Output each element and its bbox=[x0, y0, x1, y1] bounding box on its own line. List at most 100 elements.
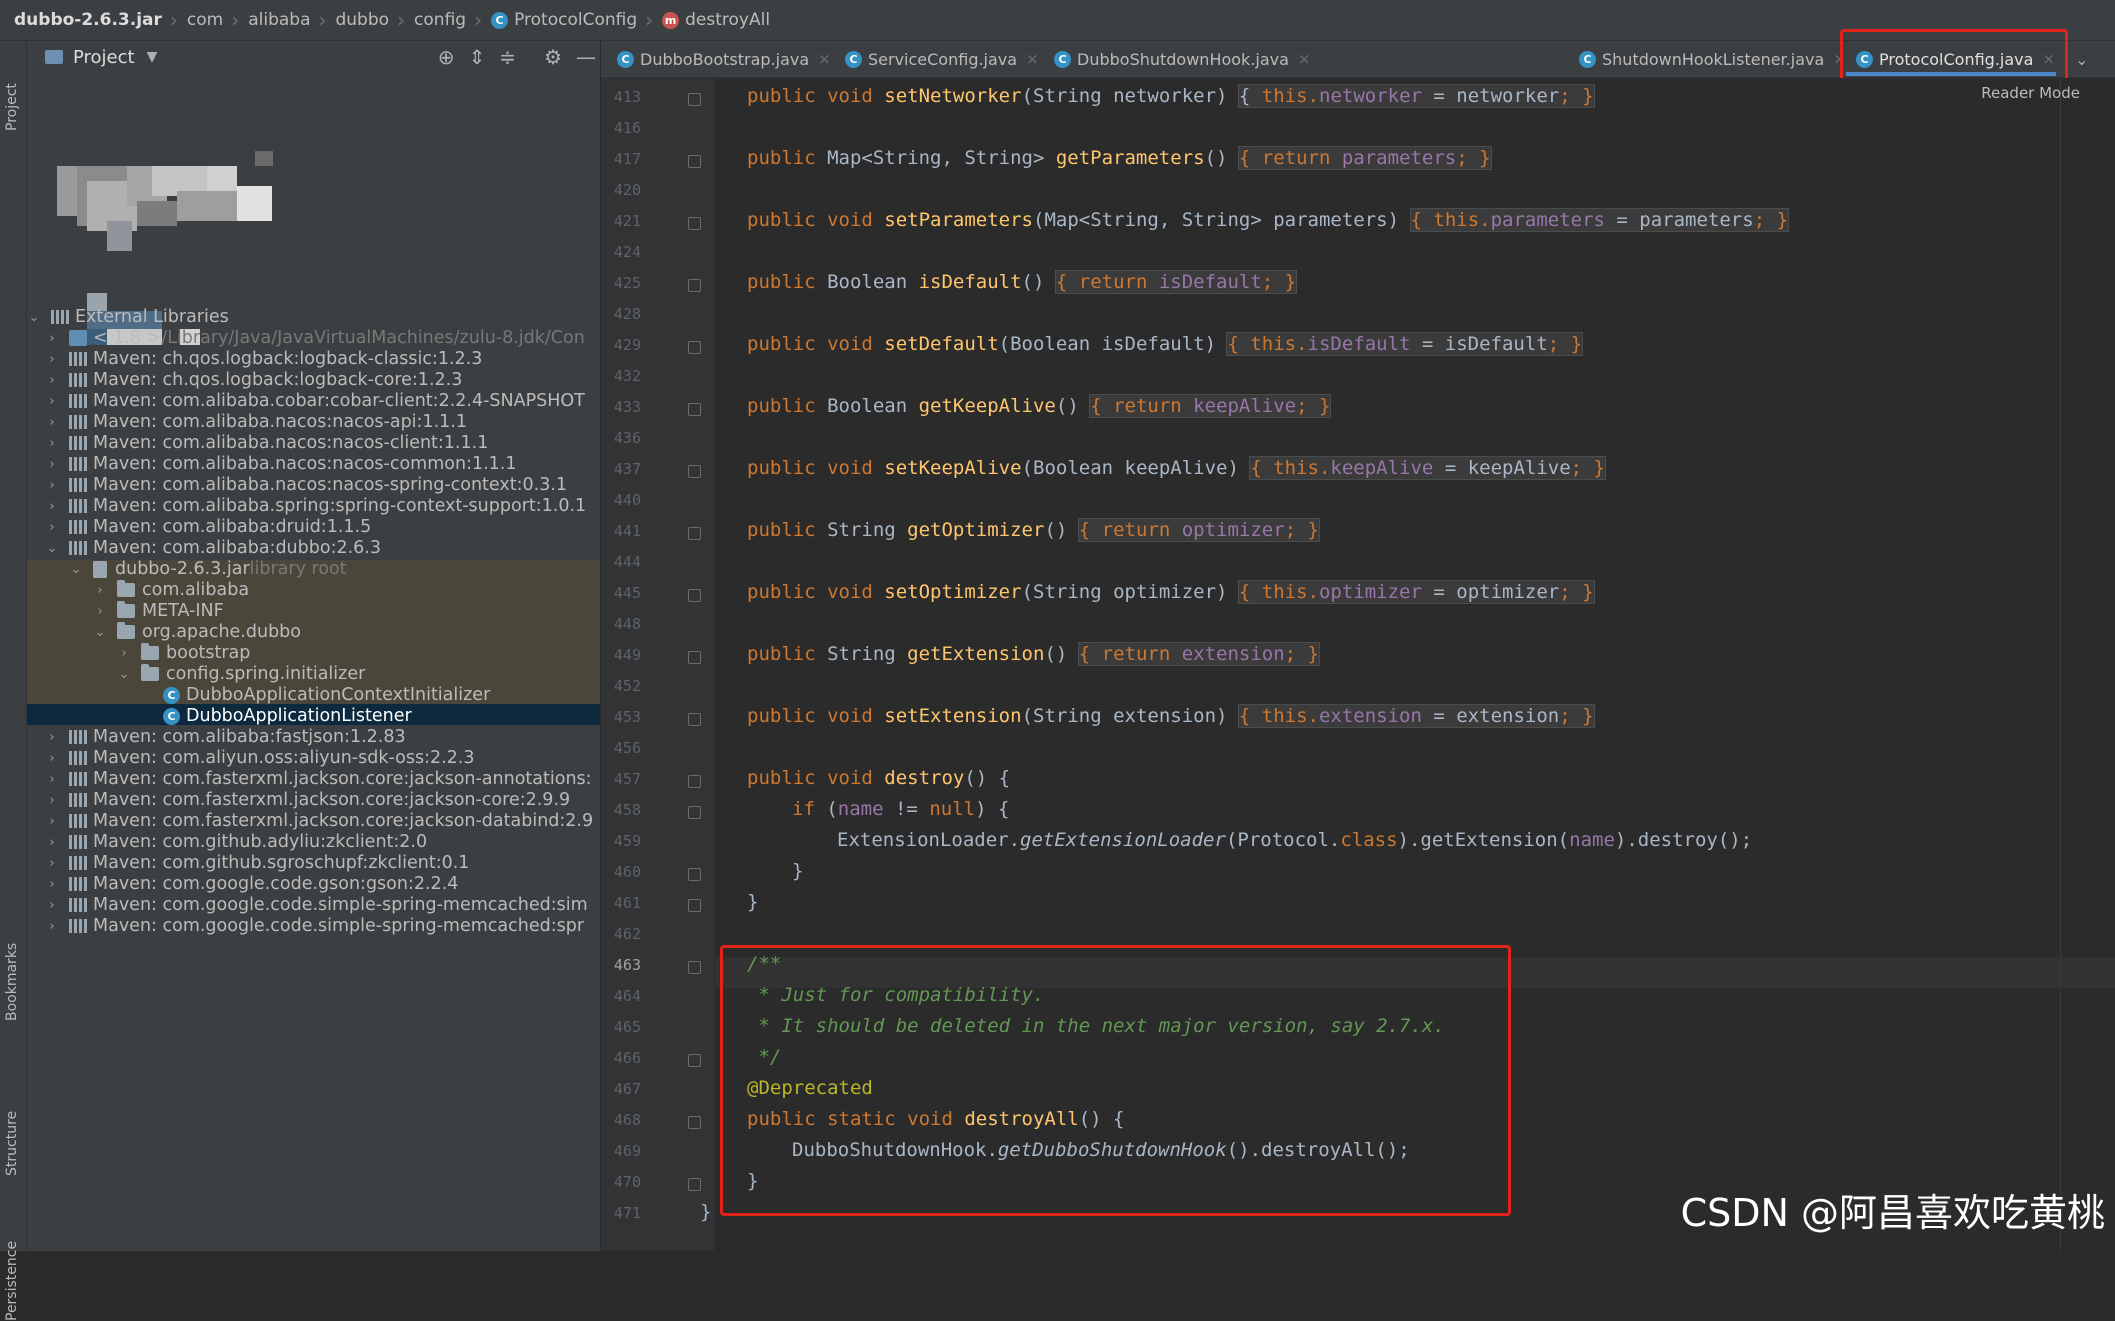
tab-dubbo-shutdown-hook[interactable]: C DubboShutdownHook.java × bbox=[1054, 41, 1311, 77]
breadcrumb-item-dubbo[interactable]: dubbo bbox=[335, 10, 393, 30]
left-tool-stripe: Project Bookmarks Structure Persistence bbox=[0, 41, 27, 1321]
code-line: if (name != null) { bbox=[792, 798, 1010, 820]
close-icon[interactable]: × bbox=[1833, 50, 1846, 68]
bookmarks-tool-label: Bookmarks bbox=[4, 942, 20, 1021]
tab-dubbo-bootstrap[interactable]: C DubboBootstrap.java × bbox=[617, 41, 831, 77]
fold-marker-icon[interactable] bbox=[688, 651, 701, 664]
fold-marker-icon[interactable] bbox=[688, 341, 701, 354]
code-line: DubboShutdownHook.getDubboShutdownHook()… bbox=[792, 1139, 1410, 1161]
close-icon[interactable]: × bbox=[2042, 50, 2055, 68]
class-icon: C bbox=[617, 50, 634, 68]
line-number: 463 bbox=[613, 956, 641, 974]
breadcrumb-item-com[interactable]: com bbox=[187, 10, 227, 30]
line-number: 445 bbox=[613, 584, 641, 602]
structure-tool-label: Structure bbox=[4, 1110, 20, 1176]
line-number: 440 bbox=[613, 491, 641, 509]
line-number: 460 bbox=[613, 863, 641, 881]
fold-marker-icon[interactable] bbox=[688, 961, 701, 974]
fold-marker-icon[interactable] bbox=[688, 93, 701, 106]
code-annotation: @Deprecated bbox=[747, 1077, 873, 1099]
class-icon: C bbox=[491, 11, 509, 29]
line-number: 457 bbox=[613, 770, 641, 788]
code-line: public void setNetworker(String networke… bbox=[747, 84, 1595, 108]
chevron-right-icon: › bbox=[49, 372, 55, 388]
fold-marker-icon[interactable] bbox=[688, 713, 701, 726]
fold-marker-icon[interactable] bbox=[688, 155, 701, 168]
fold-marker-icon[interactable] bbox=[688, 527, 701, 540]
line-number: 462 bbox=[613, 925, 641, 943]
class-icon: C bbox=[1856, 50, 1873, 68]
chevron-right-icon: › bbox=[49, 729, 55, 745]
chevron-down-icon[interactable]: ⌄ bbox=[2075, 41, 2088, 77]
gear-icon[interactable]: ⚙ bbox=[544, 45, 562, 69]
chevron-right-icon: › bbox=[49, 750, 55, 766]
jar-icon bbox=[93, 560, 107, 578]
line-number: 428 bbox=[613, 305, 641, 323]
persistence-tool-tab[interactable]: Persistence bbox=[0, 1211, 26, 1321]
collapse-all-icon[interactable]: ≑ bbox=[499, 45, 516, 69]
expand-all-icon[interactable]: ⇕ bbox=[469, 45, 486, 69]
breadcrumb-item-alibaba[interactable]: alibaba bbox=[248, 10, 314, 30]
tab-label: ShutdownHookListener.java bbox=[1602, 49, 1825, 69]
code-line: public void setExtension(String extensio… bbox=[747, 704, 1595, 728]
tree-item-library[interactable]: › Maven: com.google.code.simple-spring-me… bbox=[27, 912, 600, 940]
bookmarks-tool-tab[interactable]: Bookmarks bbox=[0, 921, 26, 1031]
fold-marker-icon[interactable] bbox=[688, 1178, 701, 1191]
fold-marker-icon[interactable] bbox=[688, 868, 701, 881]
reader-mode-button[interactable]: Reader Mode bbox=[1981, 84, 2080, 102]
chevron-right-icon: › bbox=[49, 918, 55, 934]
fold-marker-icon[interactable] bbox=[688, 279, 701, 292]
tab-label: ProtocolConfig.java bbox=[1879, 49, 2034, 69]
close-icon[interactable]: × bbox=[1026, 50, 1039, 68]
line-number: 458 bbox=[613, 801, 641, 819]
line-number: 448 bbox=[613, 615, 641, 633]
fold-marker-icon[interactable] bbox=[688, 1054, 701, 1067]
close-icon[interactable]: × bbox=[1298, 50, 1311, 68]
project-title[interactable]: Project bbox=[73, 47, 135, 68]
chevron-right-icon: › bbox=[49, 498, 55, 514]
library-icon bbox=[69, 730, 87, 744]
jdk-icon bbox=[69, 330, 87, 346]
right-margin-guide bbox=[2060, 78, 2061, 1251]
locate-icon[interactable]: ⊕ bbox=[438, 45, 455, 69]
structure-tool-tab[interactable]: Structure bbox=[0, 1076, 26, 1186]
chevron-down-icon[interactable]: ▼ bbox=[147, 49, 158, 65]
fold-marker-icon[interactable] bbox=[688, 589, 701, 602]
fold-marker-icon[interactable] bbox=[688, 775, 701, 788]
fold-marker-icon[interactable] bbox=[688, 465, 701, 478]
code-line: public void destroy() { bbox=[747, 767, 1011, 789]
project-tool-tab[interactable]: Project bbox=[0, 51, 26, 141]
code-line: public static void destroyAll() { bbox=[747, 1108, 1125, 1130]
library-icon bbox=[69, 919, 87, 933]
chevron-right-icon: › bbox=[49, 855, 55, 871]
library-icon bbox=[69, 751, 87, 765]
close-icon[interactable]: × bbox=[818, 50, 831, 68]
persistence-tool-label: Persistence bbox=[4, 1240, 20, 1321]
breadcrumb-item-jar[interactable]: dubbo-2.6.3.jar bbox=[0, 10, 166, 30]
chevron-right-icon: › bbox=[49, 477, 55, 493]
line-number: 437 bbox=[613, 460, 641, 478]
breadcrumb-method-label: destroyAll bbox=[685, 10, 771, 30]
line-number: 425 bbox=[613, 274, 641, 292]
tab-service-config[interactable]: C ServiceConfig.java × bbox=[845, 41, 1039, 77]
tab-label: ServiceConfig.java bbox=[868, 49, 1018, 69]
library-icon bbox=[69, 457, 87, 471]
line-number: 469 bbox=[613, 1142, 641, 1160]
breadcrumb-item-class[interactable]: C ProtocolConfig bbox=[491, 10, 641, 30]
chevron-right-icon: › bbox=[49, 771, 55, 787]
library-icon bbox=[69, 352, 87, 366]
chevron-right-icon: › bbox=[645, 8, 654, 32]
tab-shutdown-hook-listener[interactable]: C ShutdownHookListener.java × bbox=[1579, 41, 1846, 77]
line-number: 436 bbox=[613, 429, 641, 447]
breadcrumb-item-method[interactable]: m destroyAll bbox=[662, 10, 774, 30]
fold-marker-icon[interactable] bbox=[688, 217, 701, 230]
breadcrumb-item-config[interactable]: config bbox=[414, 10, 470, 30]
hide-icon[interactable]: — bbox=[576, 45, 596, 69]
fold-marker-icon[interactable] bbox=[688, 1116, 701, 1129]
fold-marker-icon[interactable] bbox=[688, 806, 701, 819]
chevron-right-icon: › bbox=[49, 414, 55, 430]
fold-marker-icon[interactable] bbox=[688, 403, 701, 416]
folder-icon bbox=[117, 601, 135, 618]
fold-marker-icon[interactable] bbox=[688, 899, 701, 912]
library-icon bbox=[69, 394, 87, 408]
